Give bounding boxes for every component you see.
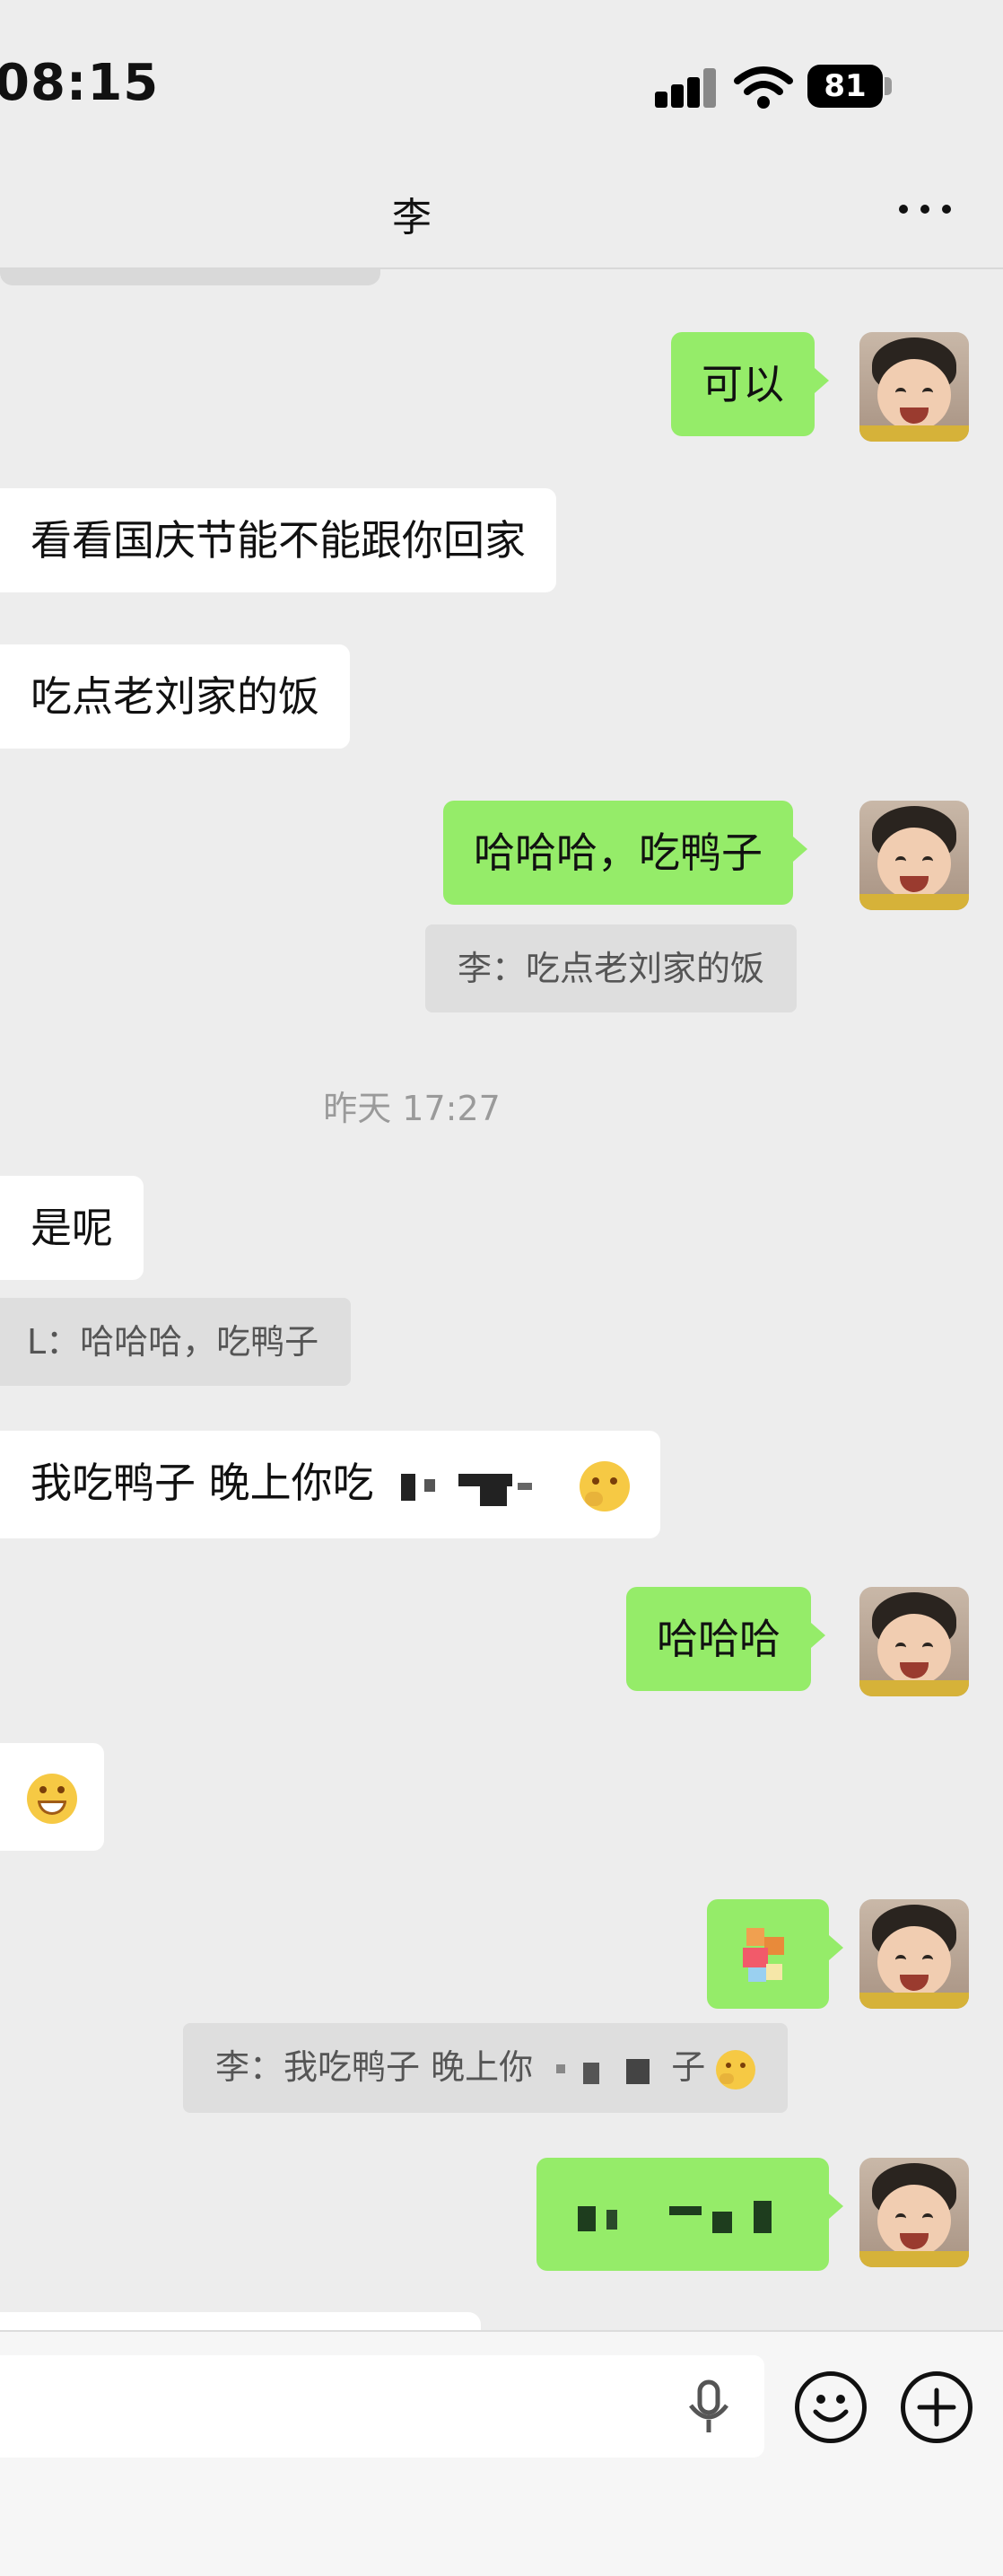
avatar[interactable]: [859, 1587, 969, 1696]
emoji-smile-icon[interactable]: [795, 2371, 867, 2443]
incoming-message[interactable]: 看看国庆节能不能跟你回家: [0, 488, 556, 592]
outgoing-message[interactable]: 哈哈哈: [626, 1587, 825, 1691]
outgoing-message-redacted[interactable]: [536, 2158, 843, 2271]
battery-cap: [885, 77, 892, 95]
redacted-text: [387, 1461, 566, 1511]
more-dots-icon[interactable]: [897, 194, 955, 221]
avatar[interactable]: [859, 2158, 969, 2267]
incoming-message[interactable]: [0, 1743, 104, 1851]
quote-text-end: 子: [671, 2047, 706, 2087]
incoming-message[interactable]: 我吃鸭子 晚上你吃: [0, 1431, 660, 1538]
chat-title: 李: [392, 195, 432, 241]
outgoing-sticker[interactable]: [707, 1899, 843, 2009]
status-time: 08:15: [0, 54, 160, 112]
thinking-emoji-icon: [579, 1460, 630, 1511]
quoted-reply[interactable]: 李：吃点老刘家的饭: [425, 924, 798, 1012]
partial-message: [0, 269, 380, 285]
cellular-signal-icon: [655, 68, 718, 108]
outgoing-message[interactable]: 哈哈哈，吃鸭子: [443, 801, 807, 905]
add-circle-icon[interactable]: [901, 2371, 972, 2443]
avatar[interactable]: [859, 1899, 969, 2009]
grinning-emoji-icon: [27, 1773, 77, 1824]
redacted-text: [544, 2052, 660, 2088]
microphone-icon[interactable]: [682, 2379, 736, 2436]
quoted-reply[interactable]: 李：我吃鸭子 晚上你 子: [183, 2023, 789, 2113]
message-text: 我吃鸭子 晚上你吃: [31, 1459, 374, 1507]
incoming-message[interactable]: 是呢: [0, 1176, 144, 1280]
avatar[interactable]: [859, 801, 969, 910]
partial-message: [0, 2312, 481, 2330]
outgoing-message[interactable]: 可以: [671, 332, 829, 436]
incoming-message[interactable]: 吃点老刘家的饭: [0, 644, 350, 749]
thinking-emoji-icon: [716, 2049, 756, 2090]
quote-text: 李：我吃鸭子 晚上你: [215, 2047, 534, 2087]
quoted-reply[interactable]: L：哈哈哈，吃鸭子: [0, 1298, 352, 1386]
timestamp: 昨天 17:27: [323, 1089, 501, 1128]
message-input[interactable]: [0, 2355, 764, 2458]
avatar[interactable]: [859, 332, 969, 442]
wifi-icon: [734, 66, 793, 109]
battery-icon: 81: [807, 65, 883, 108]
